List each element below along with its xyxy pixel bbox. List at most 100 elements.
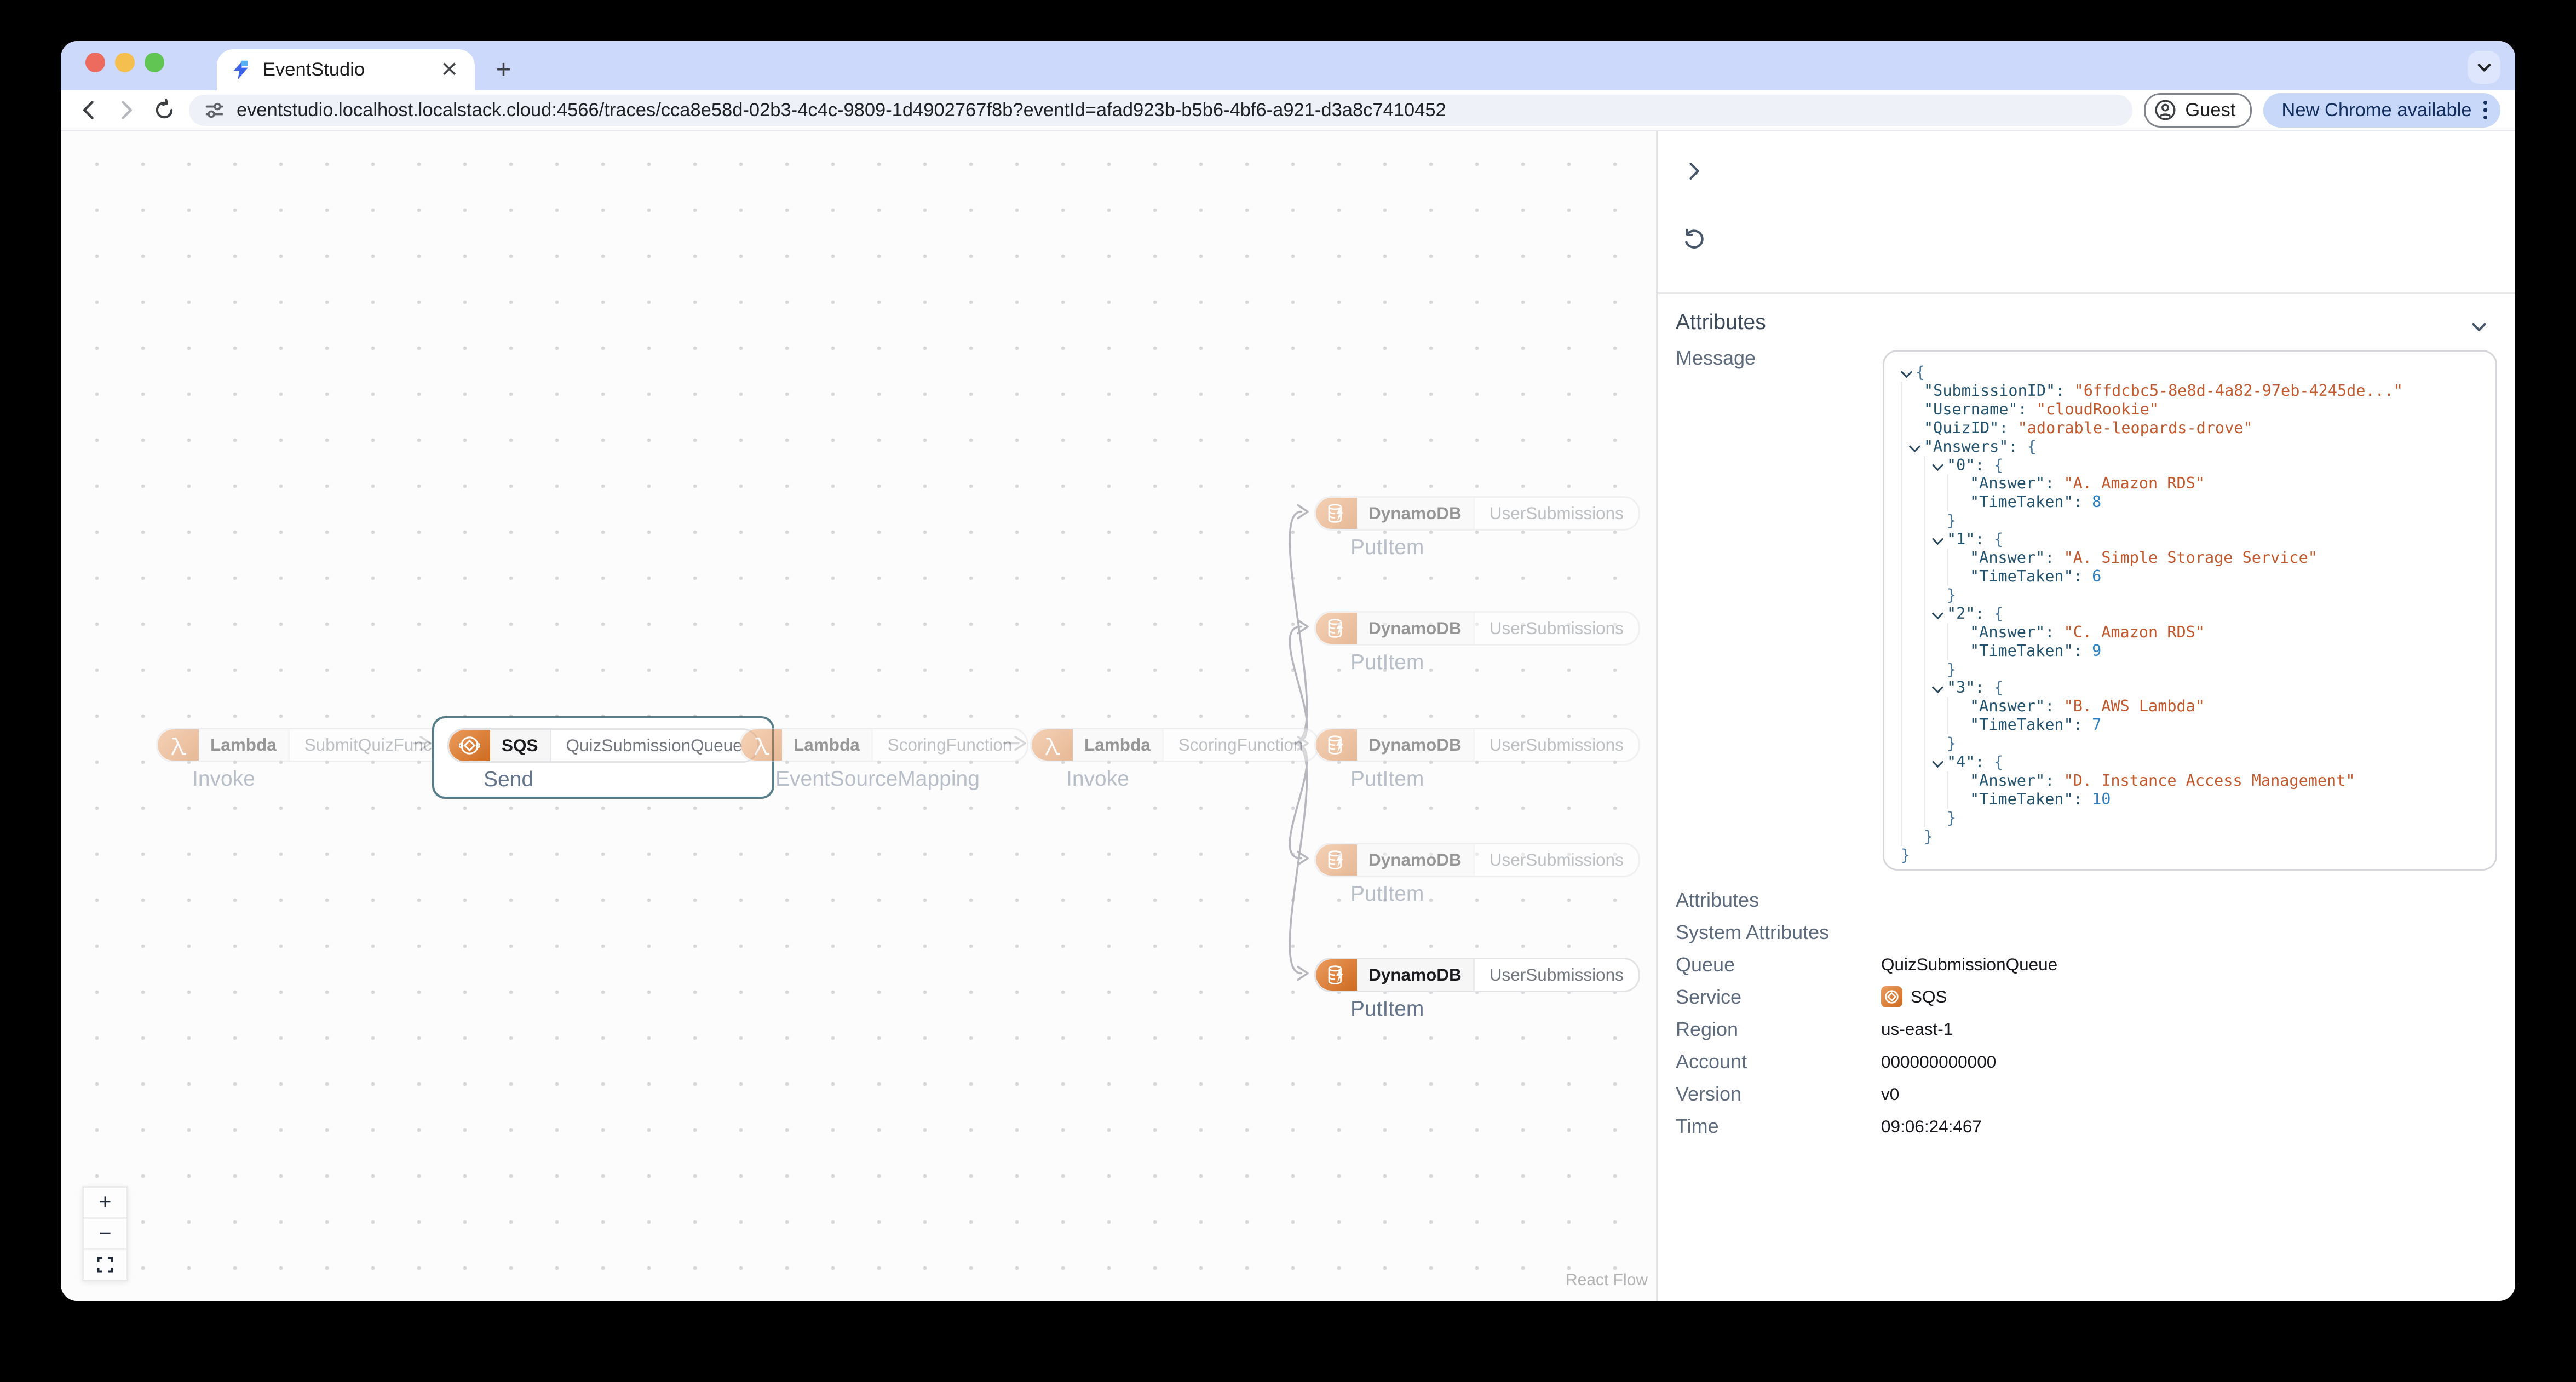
flow-node-dynamodb[interactable]: DynamoDB UserSubmissions PutItem <box>1314 611 1640 675</box>
lambda-icon <box>741 729 782 761</box>
tab-strip: EventStudio ✕ + <box>61 41 2515 90</box>
address-bar[interactable]: eventstudio.localhost.localstack.cloud:4… <box>189 94 2133 126</box>
json-line: "Username": "cloudRookie" <box>1901 400 2479 419</box>
traffic-light-close-icon[interactable] <box>85 53 105 72</box>
kebab-menu-icon[interactable] <box>2483 100 2487 120</box>
attribute-value: 000000000000 <box>1881 1051 1997 1072</box>
tab-close-icon[interactable]: ✕ <box>437 59 462 80</box>
json-collapse-caret-icon[interactable] <box>1909 437 1924 456</box>
node-pill[interactable]: DynamoDB UserSubmissions <box>1314 843 1640 877</box>
sqs-icon <box>449 730 490 761</box>
json-line: "1": { <box>1901 530 2479 549</box>
json-line: } <box>1901 511 2479 531</box>
flow-node-dynamodb[interactable]: DynamoDB UserSubmissions PutItem <box>1314 958 1640 1021</box>
node-operation-label: Invoke <box>1066 767 1129 791</box>
lambda-icon <box>1032 729 1073 761</box>
fit-view-button[interactable] <box>84 1250 127 1280</box>
attribute-label: Version <box>1676 1082 1742 1105</box>
fit-view-icon <box>97 1257 113 1273</box>
screenshot-root: EventStudio ✕ + eventstudio.localhost.lo… <box>0 0 2576 1381</box>
node-pill[interactable]: SQS QuizSubmissionQueue <box>447 728 759 763</box>
flow-node-dynamodb[interactable]: DynamoDB UserSubmissions PutItem <box>1314 728 1640 791</box>
json-line: "2": { <box>1901 604 2479 623</box>
node-operation-label: PutItem <box>1350 650 1424 674</box>
replay-icon <box>1684 228 1704 249</box>
node-service-label: Lambda <box>782 729 873 761</box>
attributes-collapse-button[interactable] <box>2469 314 2489 344</box>
attribute-rows: Attributes System Attributes Queue QuizSubm… <box>1676 884 2496 1143</box>
node-operation-label: PutItem <box>1350 767 1424 791</box>
flow-node-sqs[interactable]: SQS QuizSubmissionQueue Send <box>432 716 774 799</box>
forward-button[interactable] <box>113 97 140 123</box>
json-line: "TimeTaken": 7 <box>1901 716 2479 735</box>
json-collapse-caret-icon[interactable] <box>1901 363 1916 382</box>
node-service-label: DynamoDB <box>1357 959 1475 991</box>
collapse-panel-button[interactable] <box>1681 158 1707 184</box>
json-line: } <box>1901 845 1911 864</box>
attribute-row-system-attributes: System Attributes <box>1676 916 2496 948</box>
node-resource-label: ScoringFunction <box>887 735 1013 755</box>
node-pill[interactable]: DynamoDB UserSubmissions <box>1314 958 1640 992</box>
chrome-update-button[interactable]: New Chrome available <box>2263 93 2500 128</box>
traffic-light-minimize-icon[interactable] <box>115 53 135 72</box>
json-collapse-caret-icon[interactable] <box>1932 456 1947 475</box>
attribute-value: us-east-1 <box>1881 1019 1953 1039</box>
json-line: } <box>1901 827 2479 846</box>
details-panel: Attributes Message {"SubmissionID": "6ff… <box>1656 131 2515 1301</box>
node-pill[interactable]: Lambda SubmitQuizFunction <box>156 728 476 762</box>
json-line: "Answer": "C. Amazon RDS" <box>1901 623 2479 642</box>
replay-button[interactable] <box>1681 227 1707 253</box>
flow-canvas[interactable]: + − React Flow Lambda SubmitQuizFunction I… <box>61 131 1656 1301</box>
json-line: "Answer": "A. Amazon RDS" <box>1901 474 2479 493</box>
flow-node-dynamodb[interactable]: DynamoDB UserSubmissions PutItem <box>1314 843 1640 906</box>
traffic-light-zoom-icon[interactable] <box>145 53 164 72</box>
node-operation-label: PutItem <box>1350 535 1424 559</box>
update-label: New Chrome available <box>2281 99 2472 120</box>
attribute-value: SQS <box>1881 986 1947 1008</box>
flow-edges <box>413 504 1309 981</box>
attribute-row-attributes: Attributes <box>1676 884 2496 916</box>
flow-node-lambda[interactable]: Lambda ScoringFunction EventSourceMapping <box>739 728 1029 791</box>
flow-node-lambda[interactable]: Lambda SubmitQuizFunction Invoke <box>156 728 476 791</box>
tab-search-button[interactable] <box>2468 51 2500 84</box>
attribute-label: Service <box>1676 985 1742 1008</box>
json-collapse-caret-icon[interactable] <box>1932 678 1947 697</box>
window-content: + − React Flow Lambda SubmitQuizFunction I… <box>61 131 2515 1301</box>
guest-profile-button[interactable]: Guest <box>2144 93 2252 128</box>
node-operation-label: Send <box>484 768 534 791</box>
node-operation-label: PutItem <box>1350 882 1424 906</box>
node-pill[interactable]: Lambda ScoringFunction <box>1030 728 1320 762</box>
json-collapse-caret-icon[interactable] <box>1932 753 1947 771</box>
json-collapse-caret-icon[interactable] <box>1932 604 1947 623</box>
message-json-viewer[interactable]: {"SubmissionID": "6ffdcbc5-8e8d-4a82-97e… <box>1883 350 2497 871</box>
dynamodb-icon <box>1316 613 1357 644</box>
tab-eventstudio[interactable]: EventStudio ✕ <box>217 49 475 90</box>
site-settings-icon[interactable] <box>204 100 225 121</box>
zoom-in-button[interactable]: + <box>84 1188 127 1219</box>
back-button[interactable] <box>76 97 102 123</box>
new-tab-button[interactable]: + <box>488 54 519 85</box>
attribute-label: Queue <box>1676 953 1735 976</box>
flow-node-lambda[interactable]: Lambda ScoringFunction Invoke <box>1030 728 1320 791</box>
json-line: } <box>1901 808 2479 827</box>
node-service-label: Lambda <box>199 729 290 761</box>
guest-label: Guest <box>2185 99 2236 120</box>
zoom-out-button[interactable]: − <box>84 1219 127 1250</box>
json-line: } <box>1901 585 2479 604</box>
reload-button[interactable] <box>151 97 177 123</box>
json-collapse-caret-icon[interactable] <box>1932 530 1947 549</box>
attribute-value: v0 <box>1881 1084 1900 1104</box>
panel-divider <box>1658 292 2515 294</box>
attribute-label: Time <box>1676 1115 1719 1138</box>
attribute-label: Account <box>1676 1050 1747 1073</box>
flow-node-dynamodb[interactable]: DynamoDB UserSubmissions PutItem <box>1314 496 1640 560</box>
node-pill[interactable]: DynamoDB UserSubmissions <box>1314 728 1640 762</box>
json-line: "0": { <box>1901 456 2479 475</box>
node-pill[interactable]: DynamoDB UserSubmissions <box>1314 496 1640 531</box>
node-pill[interactable]: Lambda ScoringFunction <box>739 728 1029 762</box>
eventstudio-favicon-icon <box>233 60 248 80</box>
json-line: "Answer": "D. Instance Access Management… <box>1901 771 2479 790</box>
json-line: } <box>1901 660 2479 679</box>
node-pill[interactable]: DynamoDB UserSubmissions <box>1314 611 1640 646</box>
node-service-label: SQS <box>490 730 551 761</box>
